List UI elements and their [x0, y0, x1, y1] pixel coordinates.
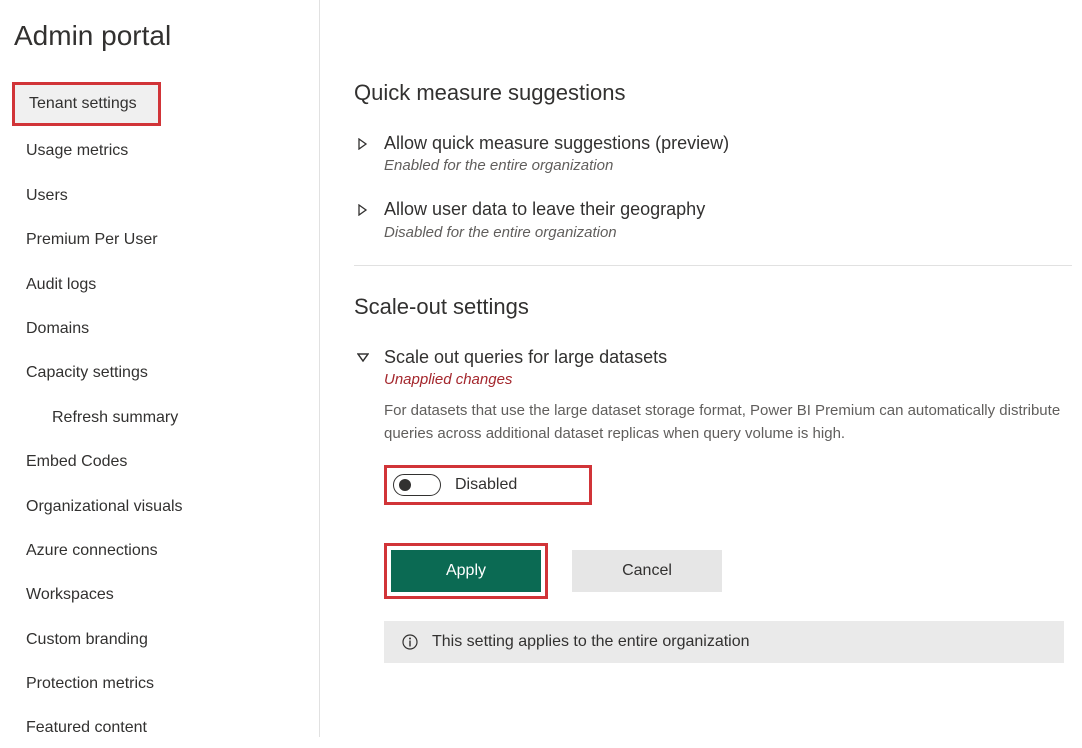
sidebar-item-domains[interactable]: Domains [12, 310, 309, 348]
chevron-right-icon [354, 135, 372, 153]
section-title-quick-measure: Quick measure suggestions [354, 80, 1072, 106]
setting-row-scale-out-queries[interactable]: Scale out queries for large datasets Una… [354, 346, 1072, 663]
toggle-knob [399, 479, 411, 491]
sidebar-item-label: Workspaces [26, 586, 114, 603]
sidebar-item-users[interactable]: Users [12, 177, 309, 215]
sidebar-item-audit-logs[interactable]: Audit logs [12, 266, 309, 304]
button-row: Apply Cancel [384, 543, 1072, 599]
setting-warning: Unapplied changes [384, 371, 1072, 388]
toggle-highlight: Disabled [384, 465, 592, 505]
setting-label: Scale out queries for large datasets [384, 346, 1072, 369]
sidebar-item-label: Protection metrics [26, 675, 154, 692]
info-text: This setting applies to the entire organ… [432, 633, 750, 651]
sidebar-item-label: Embed Codes [26, 453, 127, 470]
sidebar-item-label: Users [26, 187, 68, 204]
setting-status: Disabled for the entire organization [384, 224, 705, 241]
sidebar-item-label: Usage metrics [26, 142, 128, 159]
chevron-right-icon [354, 201, 372, 219]
apply-button[interactable]: Apply [391, 550, 541, 592]
divider [354, 265, 1072, 266]
sidebar-item-refresh-summary[interactable]: Refresh summary [12, 399, 309, 437]
page-title: Admin portal [14, 20, 309, 52]
sidebar-item-workspaces[interactable]: Workspaces [12, 576, 309, 614]
setting-label: Allow quick measure suggestions (preview… [384, 132, 729, 155]
toggle-switch[interactable] [393, 474, 441, 496]
setting-row-quick-measure[interactable]: Allow quick measure suggestions (preview… [354, 132, 1072, 174]
info-bar: This setting applies to the entire organ… [384, 621, 1064, 663]
section-title-scale-out: Scale-out settings [354, 294, 1072, 320]
sidebar-item-label: Featured content [26, 719, 147, 736]
setting-status: Enabled for the entire organization [384, 157, 729, 174]
info-icon [402, 634, 418, 650]
sidebar-item-usage-metrics[interactable]: Usage metrics [12, 132, 309, 170]
cancel-button[interactable]: Cancel [572, 550, 722, 592]
setting-row-user-data-geography[interactable]: Allow user data to leave their geography… [354, 198, 1072, 240]
sidebar-item-featured-content[interactable]: Featured content [12, 709, 309, 747]
sidebar-item-azure-connections[interactable]: Azure connections [12, 532, 309, 570]
sidebar-item-tenant-settings[interactable]: Tenant settings [15, 85, 158, 123]
sidebar-item-organizational-visuals[interactable]: Organizational visuals [12, 488, 309, 526]
sidebar-item-label: Tenant settings [29, 95, 137, 112]
setting-description: For datasets that use the large dataset … [384, 400, 1064, 445]
sidebar-item-label: Audit logs [26, 276, 96, 293]
sidebar-item-premium-per-user[interactable]: Premium Per User [12, 221, 309, 259]
sidebar-item-protection-metrics[interactable]: Protection metrics [12, 665, 309, 703]
setting-label: Allow user data to leave their geography [384, 198, 705, 221]
sidebar: Admin portal Tenant settings Usage metri… [0, 0, 320, 737]
sidebar-item-label: Capacity settings [26, 364, 148, 381]
sidebar-item-label: Organizational visuals [26, 498, 183, 515]
sidebar-item-label: Azure connections [26, 542, 158, 559]
chevron-down-icon [354, 349, 372, 367]
main-content: Quick measure suggestions Allow quick me… [320, 0, 1082, 737]
sidebar-item-custom-branding[interactable]: Custom branding [12, 621, 309, 659]
sidebar-item-label: Refresh summary [52, 409, 178, 426]
toggle-state-label: Disabled [455, 476, 517, 494]
sidebar-item-embed-codes[interactable]: Embed Codes [12, 443, 309, 481]
sidebar-item-label: Premium Per User [26, 231, 158, 248]
sidebar-item-capacity-settings[interactable]: Capacity settings [12, 354, 309, 392]
apply-highlight: Apply [384, 543, 548, 599]
sidebar-item-label: Custom branding [26, 631, 148, 648]
sidebar-item-label: Domains [26, 320, 89, 337]
